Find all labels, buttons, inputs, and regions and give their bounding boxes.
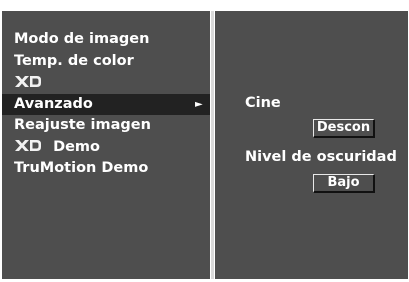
main-menu: Modo de imagen Temp. de color Avanzado ►… xyxy=(2,29,210,180)
nivel-de-oscuridad-value-button[interactable]: Bajo xyxy=(313,174,375,193)
cine-label: Cine xyxy=(245,95,281,111)
menu-item-label: Reajuste imagen xyxy=(14,117,151,133)
menu-item-label: Demo xyxy=(53,138,101,155)
menu-item-trumotion-demo[interactable]: TruMotion Demo xyxy=(2,158,210,180)
menu-item-label: TruMotion Demo xyxy=(14,160,149,176)
menu-item-reajuste-imagen[interactable]: Reajuste imagen xyxy=(2,115,210,137)
menu-item-label: Modo de imagen xyxy=(14,31,150,47)
panel-divider xyxy=(211,11,214,279)
xd-logo-icon xyxy=(14,139,42,152)
menu-item-xd-demo[interactable]: Demo xyxy=(2,137,210,159)
menu-item-label: Avanzado xyxy=(14,95,93,112)
xd-logo-icon xyxy=(14,75,42,88)
main-menu-panel: Modo de imagen Temp. de color Avanzado ►… xyxy=(2,11,210,279)
menu-item-label: Temp. de color xyxy=(14,52,134,69)
osd-screen: Modo de imagen Temp. de color Avanzado ►… xyxy=(0,0,409,282)
menu-item-avanzado[interactable]: Avanzado ► xyxy=(2,93,210,115)
menu-item-modo-de-imagen[interactable]: Modo de imagen xyxy=(2,29,210,51)
submenu-panel: Cine Descon Nivel de oscuridad Bajo xyxy=(215,11,408,279)
menu-item-temp-de-color[interactable]: Temp. de color xyxy=(2,51,210,73)
cine-value-button[interactable]: Descon xyxy=(313,119,375,138)
nivel-de-oscuridad-label: Nivel de oscuridad xyxy=(245,149,397,165)
submenu-arrow-icon: ► xyxy=(195,98,203,110)
menu-item-xd[interactable] xyxy=(2,72,210,94)
